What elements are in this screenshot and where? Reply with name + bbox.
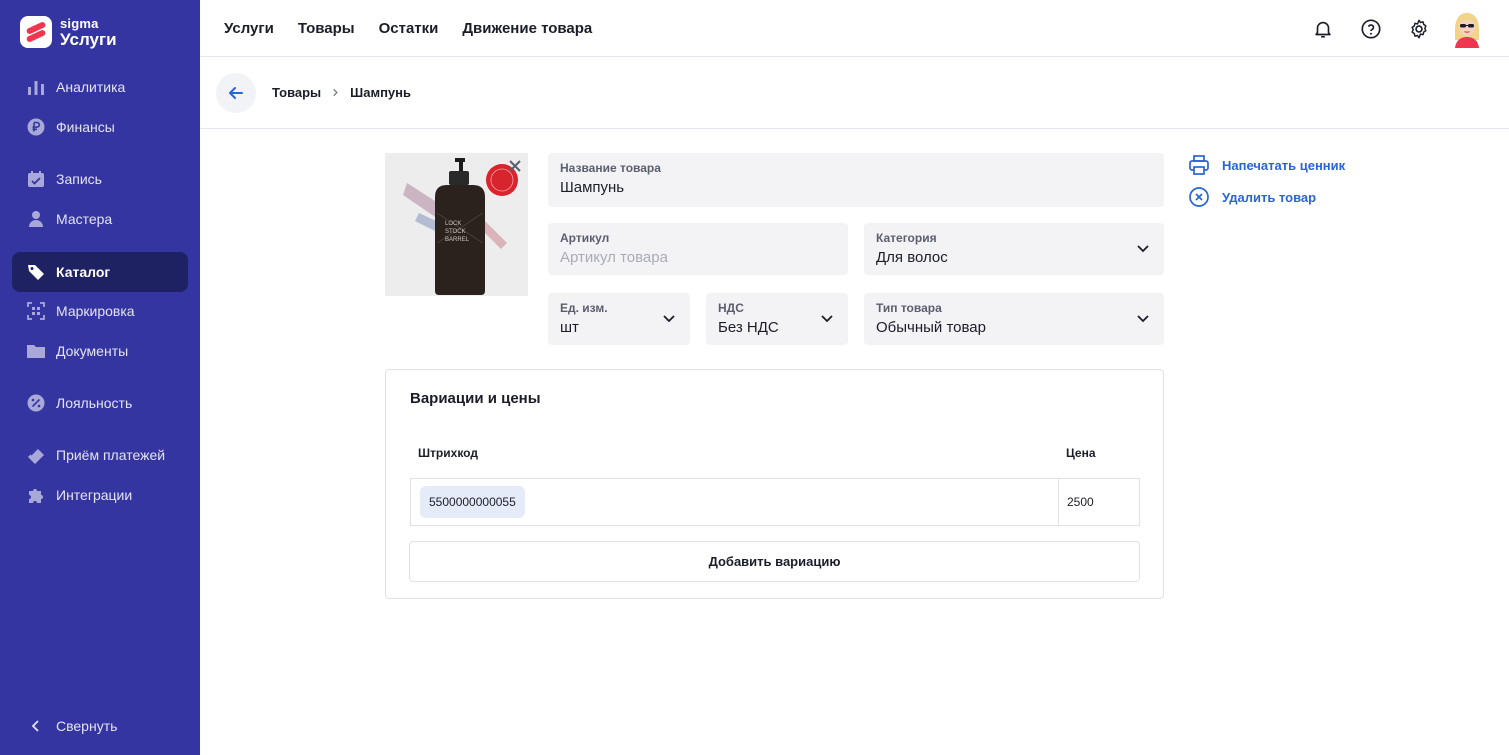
column-header-barcode: Штрихкод xyxy=(418,446,478,460)
unit-select[interactable]: Ед. изм. шт xyxy=(548,293,690,345)
folder-icon xyxy=(26,341,46,361)
sidebar-item-documents[interactable]: Документы xyxy=(12,331,188,371)
bar-chart-icon xyxy=(26,77,46,97)
vat-select[interactable]: НДС Без НДС xyxy=(706,293,848,345)
close-circle-icon xyxy=(1189,187,1209,207)
sidebar-item-marking[interactable]: Маркировка xyxy=(12,291,188,331)
sidebar-item-label: Интеграции xyxy=(56,487,133,503)
field-label: Категория xyxy=(876,231,937,245)
variations-card: Вариации и цены Штрихкод Цена 5500000000… xyxy=(385,369,1164,599)
sku-field[interactable]: Артикул Артикул товара xyxy=(548,223,848,275)
sidebar-item-label: Мастера xyxy=(56,211,113,227)
user-avatar[interactable] xyxy=(1451,10,1483,48)
chevron-down-icon xyxy=(821,315,833,323)
topnav-services[interactable]: Услуги xyxy=(224,20,274,37)
product-type-value: Обычный товар xyxy=(876,319,986,336)
chevron-down-icon xyxy=(1137,315,1149,323)
product-type-select[interactable]: Тип товара Обычный товар xyxy=(864,293,1164,345)
field-label: Артикул xyxy=(560,231,610,245)
calendar-icon xyxy=(26,169,46,189)
arrow-left-icon xyxy=(229,86,243,99)
brand-name: sigma xyxy=(60,15,99,31)
top-nav: Услуги Товары Остатки Движение товара xyxy=(224,0,616,57)
sidebar-item-masters[interactable]: Мастера xyxy=(12,199,188,239)
delete-product-button[interactable]: Удалить товар xyxy=(1188,185,1345,209)
sidebar-item-finance[interactable]: Финансы xyxy=(12,107,188,147)
print-price-tag-button[interactable]: Напечатать ценник xyxy=(1188,153,1345,177)
variations-title: Вариации и цены xyxy=(410,390,541,407)
sidebar-item-label: Приём платежей xyxy=(56,447,166,463)
collapse-label: Свернуть xyxy=(56,718,118,734)
field-label: Название товара xyxy=(560,161,661,175)
barcode-chip[interactable]: 5500000000055 xyxy=(420,486,525,518)
svg-text:BARREL: BARREL xyxy=(445,237,470,243)
column-header-price: Цена xyxy=(1066,446,1096,460)
svg-text:STOCK: STOCK xyxy=(445,229,466,235)
add-variation-button[interactable]: Добавить вариацию xyxy=(409,541,1140,582)
field-label: Тип товара xyxy=(876,301,942,315)
product-name-value: Шампунь xyxy=(560,179,625,196)
sidebar-item-label: Запись xyxy=(56,171,102,187)
sidebar-item-label: Документы xyxy=(56,343,129,359)
field-label: НДС xyxy=(718,301,744,315)
topnav-goods[interactable]: Товары xyxy=(298,20,355,37)
printer-icon xyxy=(1189,155,1209,175)
percent-badge-icon xyxy=(26,393,46,413)
brand-product: Услуги xyxy=(60,29,117,49)
delete-label: Удалить товар xyxy=(1222,189,1317,205)
bell-icon[interactable] xyxy=(1311,17,1335,41)
top-bar: Услуги Товары Остатки Движение товара xyxy=(200,0,1509,57)
puzzle-icon xyxy=(26,485,46,505)
sidebar-item-label: Маркировка xyxy=(56,303,135,319)
sidebar-item-payments[interactable]: Приём платежей xyxy=(12,435,188,475)
category-select[interactable]: Категория Для волос xyxy=(864,223,1164,275)
ruble-coin-icon xyxy=(26,117,46,137)
table-row: 5500000000055 2500 xyxy=(410,478,1140,526)
breadcrumb: Товары Шампунь xyxy=(272,85,411,100)
collapse-sidebar-button[interactable]: Свернуть xyxy=(12,706,117,746)
product-photo[interactable]: LOCK STOCK BARREL xyxy=(385,153,528,296)
sidebar: sigma Услуги Аналитика Финансы Запись Ма… xyxy=(0,0,200,755)
sidebar-item-booking[interactable]: Запись xyxy=(12,159,188,199)
sidebar-item-catalog[interactable]: Каталог xyxy=(12,252,188,292)
chevron-down-icon xyxy=(663,315,675,323)
sidebar-item-loyalty[interactable]: Лояльность xyxy=(12,383,188,423)
sidebar-item-integrations[interactable]: Интеграции xyxy=(12,475,188,515)
card-icon xyxy=(26,445,46,465)
sidebar-item-analytics[interactable]: Аналитика xyxy=(12,67,188,107)
chevron-right-icon xyxy=(331,85,340,100)
field-label: Ед. изм. xyxy=(560,301,608,315)
vat-value: Без НДС xyxy=(718,319,779,336)
print-label: Напечатать ценник xyxy=(1222,157,1346,173)
sidebar-item-label: Аналитика xyxy=(56,79,126,95)
product-actions: Напечатать ценник Удалить товар xyxy=(1188,153,1345,217)
sidebar-item-label: Лояльность xyxy=(56,395,133,411)
price-cell[interactable]: 2500 xyxy=(1058,479,1139,525)
person-icon xyxy=(26,209,46,229)
topnav-stock[interactable]: Остатки xyxy=(379,20,439,37)
category-value: Для волос xyxy=(876,249,948,266)
breadcrumb-current: Шампунь xyxy=(350,85,411,100)
unit-value: шт xyxy=(560,319,579,336)
chevron-down-icon xyxy=(1137,245,1149,253)
qr-scan-icon xyxy=(26,301,46,321)
chevron-left-icon xyxy=(26,716,46,736)
tag-icon xyxy=(26,262,46,282)
sigma-logo-icon xyxy=(20,16,52,48)
gear-icon[interactable] xyxy=(1407,17,1431,41)
topnav-movement[interactable]: Движение товара xyxy=(462,20,592,37)
sidebar-item-label: Каталог xyxy=(56,264,111,280)
back-button[interactable] xyxy=(216,72,256,113)
product-name-field[interactable]: Название товара Шампунь xyxy=(548,153,1164,207)
breadcrumb-bar: Товары Шампунь xyxy=(200,57,1509,129)
svg-text:LOCK: LOCK xyxy=(445,221,461,227)
breadcrumb-parent[interactable]: Товары xyxy=(272,85,321,100)
sidebar-item-label: Финансы xyxy=(56,119,115,135)
sku-placeholder: Артикул товара xyxy=(560,249,668,266)
brand-logo-link[interactable]: sigma Услуги xyxy=(20,16,117,48)
remove-photo-icon[interactable] xyxy=(506,157,524,175)
help-icon[interactable] xyxy=(1359,17,1383,41)
